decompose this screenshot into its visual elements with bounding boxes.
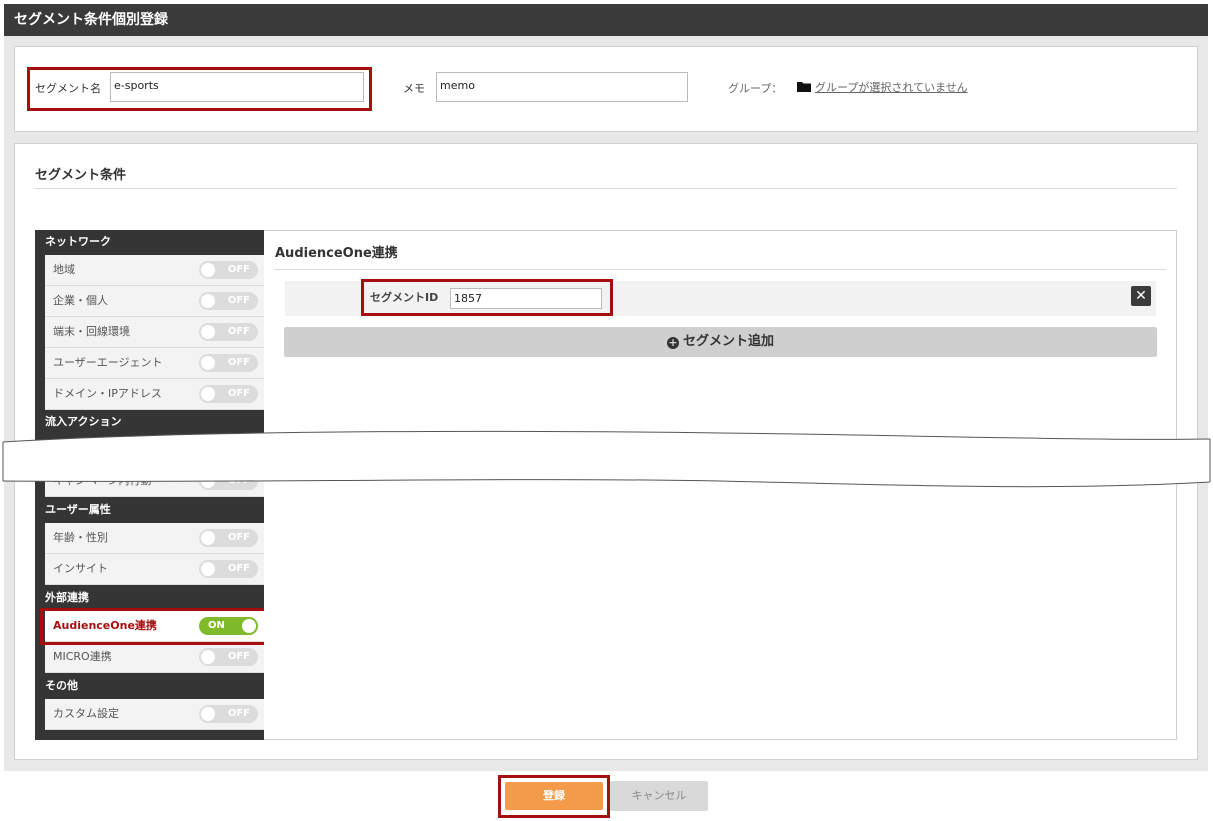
sidebar-item-device[interactable]: 端末・回線環境 OFF (45, 317, 264, 348)
category-external: 外部連携 (35, 586, 264, 610)
add-segment-label: セグメント追加 (682, 334, 774, 349)
sidebar-item-label: 地域 (53, 263, 75, 276)
company-toggle[interactable]: OFF (199, 292, 258, 310)
add-segment-button[interactable]: + セグメント追加 (284, 327, 1157, 357)
category-other: その他 (35, 674, 264, 698)
highlight-register (498, 775, 610, 818)
sidebar-item-age-gender[interactable]: 年齢・性別 OFF (45, 523, 264, 554)
group-select-link[interactable]: グループが選択されていません (815, 79, 968, 95)
group-label: グループ： (728, 82, 783, 95)
plus-circle-icon: + (666, 336, 679, 349)
highlight-segment-id (361, 279, 613, 316)
segment-name-label: セグメント名 (35, 82, 101, 95)
highlight-audienceone (40, 608, 269, 645)
conditions-title: セグメント条件 (35, 168, 127, 183)
domain-ip-toggle[interactable]: OFF (199, 385, 258, 403)
memo-input[interactable]: memo (436, 72, 688, 102)
content-title: AudienceOne連携 (275, 246, 398, 261)
sidebar-item-label: 端末・回線環境 (53, 325, 130, 338)
insight-toggle[interactable]: OFF (199, 560, 258, 578)
category-network: ネットワーク (35, 230, 264, 254)
sidebar-item-custom[interactable]: カスタム設定 OFF (45, 699, 264, 730)
close-icon: ✕ (1135, 288, 1147, 304)
page-title: セグメント条件個別登録 (4, 4, 1208, 36)
segment-name-input[interactable]: e-sports (110, 72, 364, 102)
sidebar-item-domain-ip[interactable]: ドメイン・IPアドレス OFF (45, 379, 264, 410)
cancel-button[interactable]: キャンセル (610, 781, 708, 811)
sidebar-item-insight[interactable]: インサイト OFF (45, 554, 264, 585)
sidebar-item-label: ユーザーエージェント (53, 356, 163, 369)
divider (275, 269, 1166, 270)
sidebar-item-company[interactable]: 企業・個人 OFF (45, 286, 264, 317)
micro-toggle[interactable]: OFF (199, 648, 258, 666)
sidebar-item-micro[interactable]: MICRO連携 OFF (45, 642, 264, 673)
divider (35, 188, 1177, 189)
sidebar-item-label: インサイト (53, 562, 108, 575)
custom-toggle[interactable]: OFF (199, 705, 258, 723)
sidebar-item-label: 年齢・性別 (53, 531, 108, 544)
age-gender-toggle[interactable]: OFF (199, 529, 258, 547)
sidebar-item-label: 企業・個人 (53, 294, 108, 307)
sidebar-item-label: ドメイン・IPアドレス (53, 387, 162, 400)
sidebar-item-label: MICRO連携 (53, 650, 112, 663)
device-toggle[interactable]: OFF (199, 323, 258, 341)
folder-icon (797, 81, 811, 92)
user-agent-toggle[interactable]: OFF (199, 354, 258, 372)
sidebar-item-user-agent[interactable]: ユーザーエージェント OFF (45, 348, 264, 379)
region-toggle[interactable]: OFF (199, 261, 258, 279)
category-user-attributes: ユーザー属性 (35, 498, 264, 522)
page-break-indicator (0, 430, 1213, 488)
sidebar-item-label: カスタム設定 (53, 707, 119, 720)
sidebar-item-region[interactable]: 地域 OFF (45, 255, 264, 286)
remove-segment-button[interactable]: ✕ (1131, 286, 1151, 306)
memo-label: メモ (403, 82, 425, 95)
